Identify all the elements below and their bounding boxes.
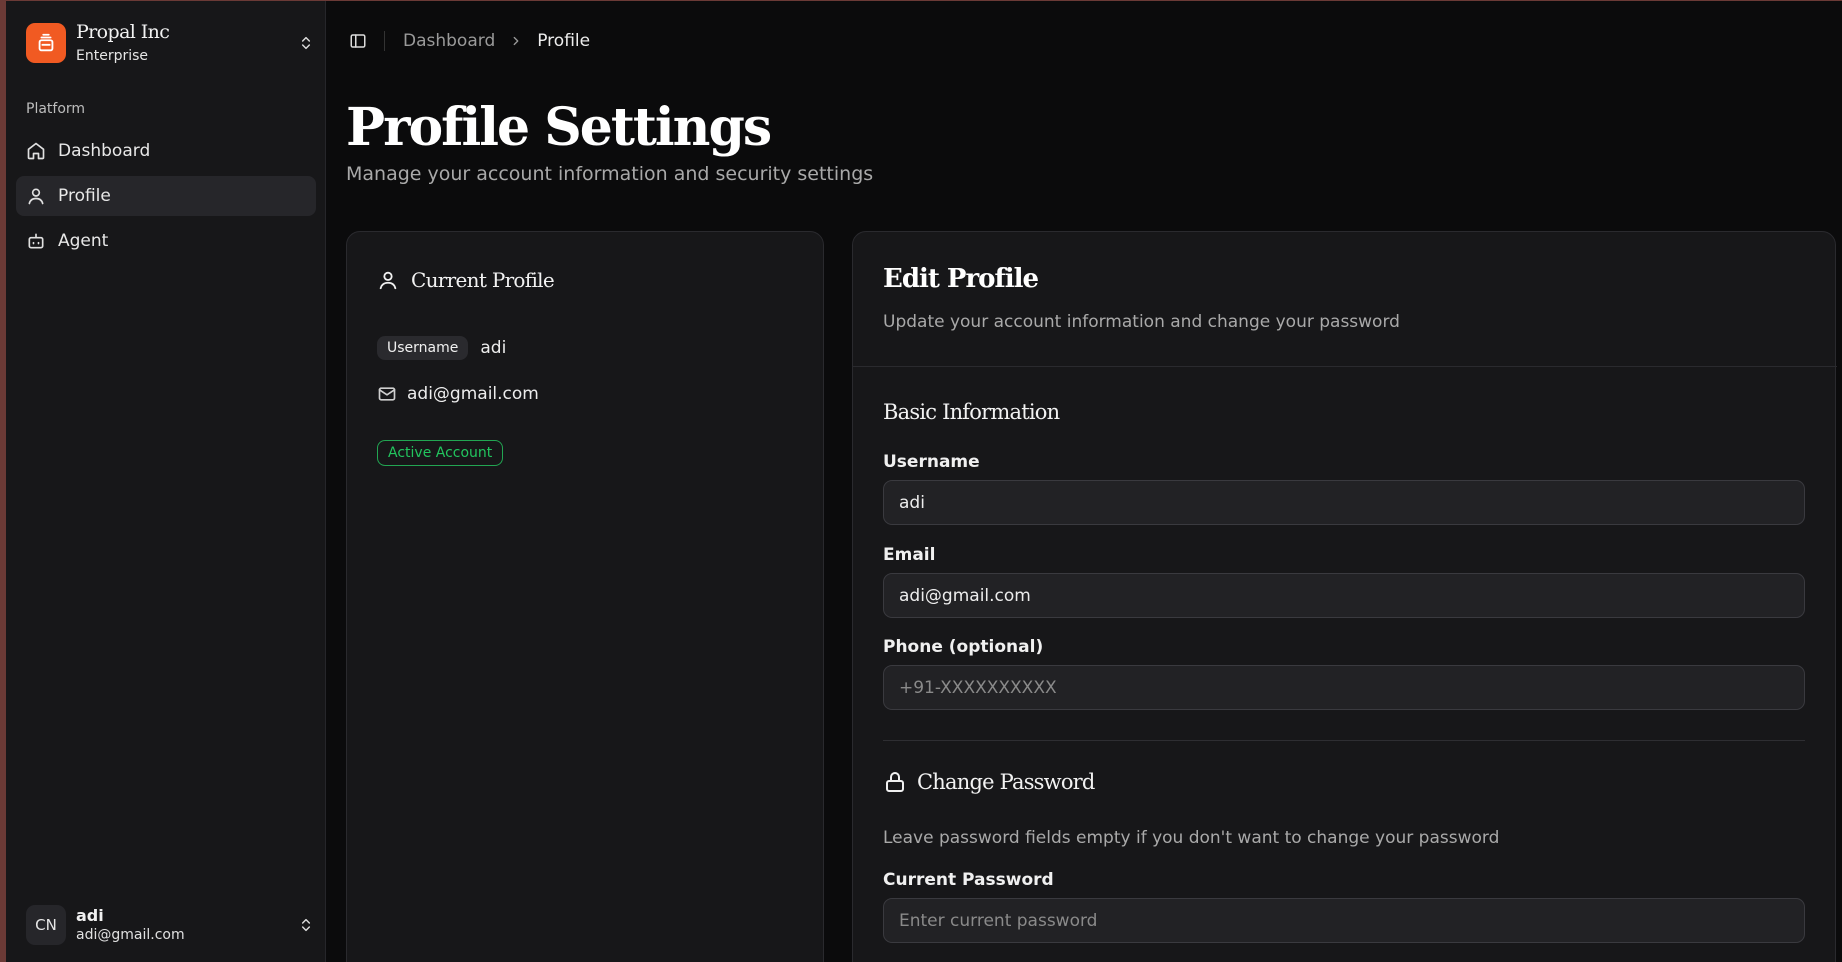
change-password-title: Change Password [917,770,1095,794]
layers-icon [26,23,66,63]
sidebar-item-label: Agent [58,231,109,251]
password-hint: Leave password fields empty if you don't… [883,828,1500,848]
sidebar-section-label: Platform [26,101,86,117]
username-badge: Username [377,336,469,360]
current-profile-title: Current Profile [411,268,555,292]
breadcrumb-dashboard[interactable]: Dashboard [403,31,495,51]
user-email: adi@gmail.com [76,927,185,943]
current-password-input[interactable]: Enter current password [883,898,1805,943]
edit-profile-card: Edit Profile Update your account informa… [852,231,1837,962]
sidebar-toggle-icon[interactable] [346,29,370,53]
divider [853,366,1837,367]
team-plan: Enterprise [76,48,149,64]
sidebar: Propal Inc Enterprise Platform Dashboard [6,1,326,962]
top-bar: Dashboard Profile [346,29,590,53]
chevrons-up-down-icon [296,33,316,53]
avatar: CN [26,905,66,945]
edit-profile-subtitle: Update your account information and chan… [883,312,1400,332]
page-subtitle: Manage your account information and secu… [346,163,874,185]
page-title: Profile Settings [346,97,772,158]
app-window: Propal Inc Enterprise Platform Dashboard [6,1,1842,962]
user-menu[interactable]: CN adi adi@gmail.com [26,901,316,949]
email-input[interactable]: adi@gmail.com [883,573,1805,618]
sidebar-item-agent[interactable]: Agent [16,221,316,261]
team-name: Propal Inc [76,21,170,43]
sidebar-item-label: Dashboard [58,141,151,161]
chevrons-up-down-icon [296,915,316,935]
user-icon [28,188,44,205]
status-badge: Active Account [377,440,504,466]
edit-profile-title: Edit Profile [883,264,1039,294]
home-icon [27,142,45,160]
user-name: adi [76,906,104,925]
lock-icon [886,772,904,792]
sidebar-item-profile[interactable]: Profile [16,176,316,216]
username-input[interactable]: adi [883,480,1805,525]
bot-icon [28,233,44,249]
breadcrumb-profile: Profile [537,31,591,51]
user-icon [379,271,397,290]
username-label: Username [883,452,980,472]
sidebar-item-label: Profile [58,186,111,206]
basic-info-title: Basic Information [883,400,1060,424]
sidebar-nav: Dashboard Profile Agent [16,131,316,266]
current-email: adi@gmail.com [407,384,539,404]
phone-input[interactable]: +91-XXXXXXXXXX [883,665,1805,710]
divider [883,740,1805,741]
current-profile-card: Current Profile Username adi adi@gmail.c… [346,231,824,962]
current-username: adi [480,338,507,358]
divider [384,31,385,51]
team-switcher[interactable]: Propal Inc Enterprise [26,19,316,67]
sidebar-item-dashboard[interactable]: Dashboard [16,131,316,171]
email-label: Email [883,545,936,565]
chevron-right-icon [509,34,523,48]
current-password-label: Current Password [883,870,1054,890]
phone-label: Phone (optional) [883,637,1044,657]
mail-icon [378,387,396,401]
